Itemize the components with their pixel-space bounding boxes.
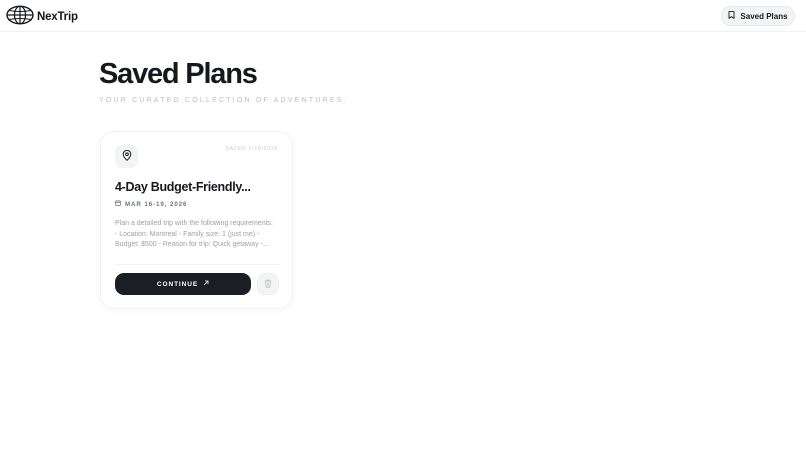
plan-card: SAVED 3/16/2026 4-Day Budget-Friendly...…: [100, 131, 293, 309]
continue-button[interactable]: CONTINUE: [115, 273, 251, 295]
map-pin-icon: [122, 148, 132, 166]
trip-dates: MAR 16-19, 2026: [115, 199, 187, 209]
saved-plans-button[interactable]: Saved Plans: [721, 6, 795, 26]
brand-name: NexTrip: [37, 11, 78, 23]
plan-description: Plan a detailed trip with the following …: [115, 220, 273, 248]
page-title: Saved Plans: [99, 58, 258, 90]
arrow-up-right-icon: [203, 280, 209, 288]
bookmark-icon: [728, 11, 735, 21]
plan-title[interactable]: 4-Day Budget-Friendly...: [115, 180, 251, 194]
trash-icon: [264, 275, 272, 293]
top-navbar: NexTrip Saved Plans: [0, 0, 806, 32]
delete-plan-button[interactable]: [257, 273, 279, 295]
calendar-icon: [115, 200, 121, 208]
card-divider: [115, 264, 280, 265]
page-subtitle: YOUR CURATED COLLECTION OF ADVENTURES.: [99, 97, 348, 104]
saved-plans-label: Saved Plans: [740, 11, 788, 21]
trip-dates-text: MAR 16-19, 2026: [125, 200, 188, 208]
globe-icon: [6, 5, 34, 30]
continue-label: CONTINUE: [156, 280, 199, 288]
saved-date: SAVED 3/16/2026: [225, 146, 278, 152]
brand-logo[interactable]: NexTrip: [6, 5, 78, 30]
location-badge: [115, 145, 138, 168]
